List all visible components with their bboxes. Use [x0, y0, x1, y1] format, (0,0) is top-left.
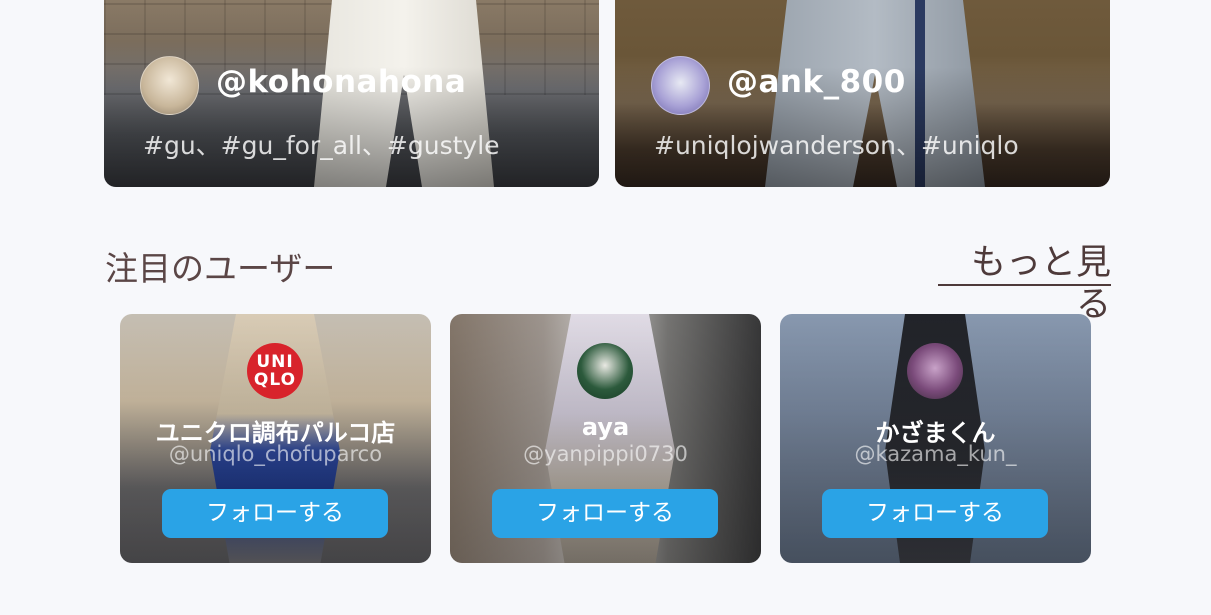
user-card[interactable]: かざまくん @kazama_kun_ フォローする	[780, 314, 1091, 563]
post-author-handle[interactable]: @kohonahona	[216, 64, 466, 100]
post-author-handle[interactable]: @ank_800	[727, 64, 906, 100]
uniqlo-logo-avatar[interactable]: UNI QLO	[247, 343, 303, 399]
user-card[interactable]: UNI QLO ユニクロ調布パルコ店 @uniqlo_chofuparco フォ…	[120, 314, 431, 563]
follow-button[interactable]: フォローする	[162, 489, 388, 538]
section-title: 注目のユーザー	[105, 249, 336, 288]
follow-button[interactable]: フォローする	[822, 489, 1048, 538]
user-handle: @uniqlo_chofuparco	[168, 442, 383, 466]
post-hashtags: #gu、#gu_for_all、#gustyle	[143, 131, 500, 160]
post-card-ank-800[interactable]: @ank_800 #uniqlojwanderson、#uniqlo	[615, 0, 1110, 187]
post-hashtags: #uniqlojwanderson、#uniqlo	[654, 131, 1019, 160]
user-avatar[interactable]	[907, 343, 963, 399]
follow-button[interactable]: フォローする	[492, 489, 718, 538]
user-handle: @kazama_kun_	[854, 442, 1017, 466]
post-author-avatar[interactable]	[651, 56, 710, 115]
see-more-link[interactable]: もっと見る	[938, 242, 1111, 325]
post-card-kohonahona[interactable]: @kohonahona #gu、#gu_for_all、#gustyle	[104, 0, 599, 187]
user-handle: @yanpippi0730	[523, 442, 688, 466]
user-avatar[interactable]	[577, 343, 633, 399]
post-author-avatar[interactable]	[140, 56, 199, 115]
user-name: aya	[581, 413, 630, 441]
user-card[interactable]: aya @yanpippi0730 フォローする	[450, 314, 761, 563]
